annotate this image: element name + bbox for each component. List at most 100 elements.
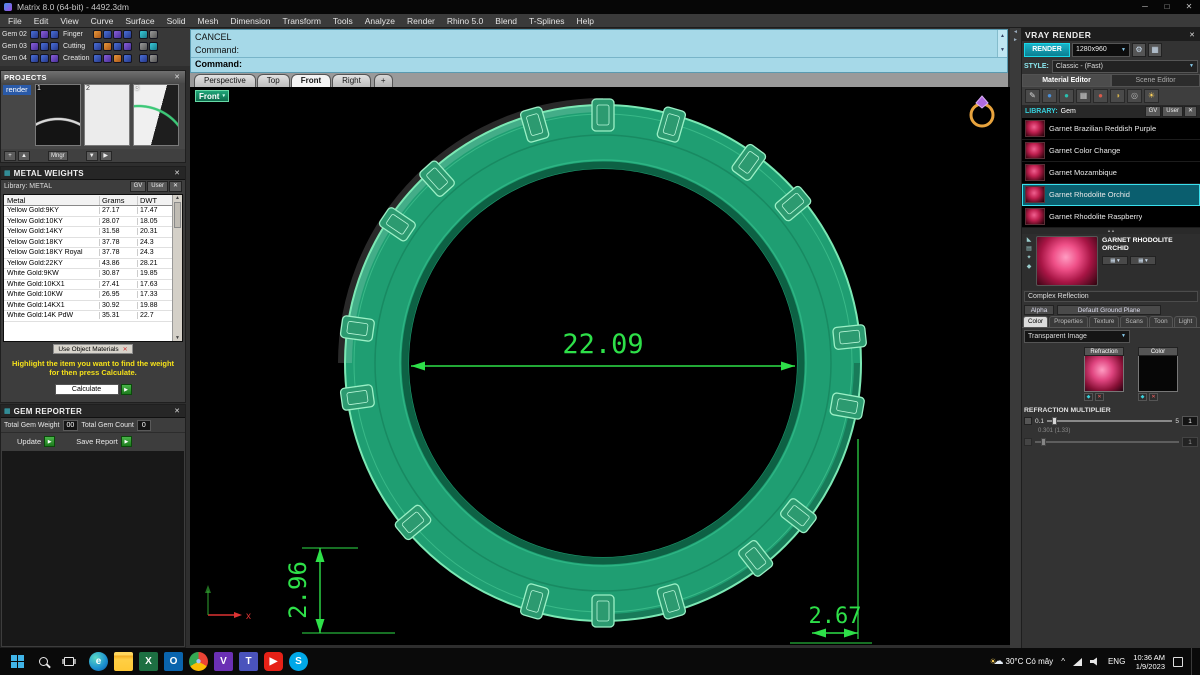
preview-tool-icon[interactable]: ✦ (1024, 254, 1034, 261)
table-row[interactable]: Yellow Gold:14KY 31.58 20.31 (4, 227, 182, 238)
clock[interactable]: 10:36 AM 1/9/2023 (1133, 653, 1165, 671)
swatch-add-icon[interactable]: ◆ (1138, 393, 1147, 401)
skype-icon[interactable]: S (289, 652, 308, 671)
menu-item[interactable]: File (2, 14, 28, 28)
finger-tool-icon[interactable] (123, 29, 132, 39)
menu-item[interactable]: View (54, 14, 84, 28)
front-viewport[interactable]: 22.09 2.96 2.67 x Front ▾ (190, 87, 1010, 645)
menu-item[interactable]: Edit (28, 14, 55, 28)
weather-widget[interactable]: ☀ ☁ 30°C Có mây (989, 656, 1053, 667)
close-icon[interactable]: ✕ (172, 73, 182, 81)
ground-plane-button[interactable]: Default Ground Plane (1057, 304, 1161, 315)
material-list-item[interactable]: Garnet Rhodolite Raspberry (1022, 206, 1200, 228)
menu-item[interactable]: Curve (85, 14, 120, 28)
collapse-left-icon[interactable]: ◄ (1013, 29, 1018, 35)
show-desktop-button[interactable] (1191, 648, 1195, 675)
outlook-icon[interactable]: O (164, 652, 183, 671)
project-thumbnail[interactable]: 2 (84, 84, 130, 146)
start-button[interactable] (4, 648, 30, 675)
volume-icon[interactable] (1089, 657, 1097, 666)
finger-tool-icon[interactable] (113, 29, 122, 39)
material-list-item[interactable]: Garnet Color Change (1022, 140, 1200, 162)
creation-tool-icon[interactable] (103, 53, 112, 63)
table-row[interactable]: White Gold:10KX1 27.41 17.63 (4, 280, 182, 290)
close-icon[interactable]: ✕ (172, 407, 182, 415)
menu-item[interactable]: Solid (161, 14, 192, 28)
use-object-materials-button[interactable]: Use Object Materials ✕ (53, 344, 133, 354)
sphere-red-icon[interactable]: ● (1093, 89, 1108, 103)
notification-center-icon[interactable] (1173, 656, 1183, 667)
command-history[interactable]: CANCEL Command: ▲ ▼ (191, 30, 1007, 58)
library-button[interactable]: GV (129, 181, 147, 192)
library-button[interactable]: User (147, 181, 168, 192)
close-button[interactable]: ✕ (1178, 0, 1200, 14)
close-icon[interactable]: ✕ (172, 169, 182, 177)
secondary-slider[interactable] (1035, 438, 1179, 446)
project-item-render[interactable]: render (3, 85, 31, 95)
gem-tool-icon[interactable] (50, 29, 59, 39)
network-icon[interactable] (1072, 657, 1082, 666)
menu-item[interactable]: Blend (489, 14, 523, 28)
resolution-dropdown[interactable]: 1280x960 ▼ (1072, 43, 1130, 57)
language-indicator[interactable]: ENG (1108, 657, 1125, 666)
update-button[interactable]: ▶ (44, 435, 56, 447)
menu-item[interactable]: Rhino 5.0 (441, 14, 489, 28)
property-tab[interactable]: Scans (1120, 316, 1148, 327)
reflection-mode-box[interactable]: Complex Reflection (1024, 291, 1198, 302)
render-settings-icon[interactable]: ⚙ (1132, 43, 1146, 57)
view-tab[interactable]: Top (256, 74, 290, 87)
slider-icon[interactable] (1024, 417, 1032, 425)
menu-item[interactable]: Analyze (359, 14, 401, 28)
cutting-tool-icon[interactable] (93, 41, 102, 51)
refraction-multiplier-value[interactable]: 1 (1182, 416, 1198, 426)
maximize-button[interactable]: □ (1156, 0, 1178, 14)
material-preview-image[interactable] (1036, 236, 1098, 286)
gem-tool-icon[interactable] (40, 29, 49, 39)
teams-icon[interactable]: T (239, 652, 258, 671)
library-button[interactable]: User (1162, 106, 1183, 117)
project-thumbnail[interactable]: 3 (133, 84, 179, 146)
command-scrollbar[interactable]: ▲ ▼ (997, 30, 1007, 57)
render-button[interactable]: RENDER (1024, 43, 1070, 57)
creation-tool-icon[interactable] (93, 53, 102, 63)
preview-tool-icon[interactable]: ◆ (1024, 263, 1034, 270)
material-list-item[interactable]: Garnet Rhodolite Orchid (1022, 184, 1200, 206)
viewport-canvas[interactable]: 22.09 2.96 2.67 x (190, 87, 1010, 645)
tab-material-editor[interactable]: Material Editor (1022, 74, 1111, 87)
projects-footer-button[interactable]: Mngr (48, 150, 68, 161)
creation-tool-icon[interactable] (113, 53, 122, 63)
command-prompt[interactable]: Command: (191, 58, 1007, 71)
project-thumbnail[interactable]: 1 (35, 84, 81, 146)
panel-collapse-strip[interactable]: ◄ ► (1010, 28, 1022, 648)
view-tab[interactable]: Right (332, 74, 371, 87)
table-row[interactable]: Yellow Gold:18KY Royal 37.78 24.3 (4, 248, 182, 259)
secondary-slider-value[interactable]: 1 (1182, 437, 1198, 447)
chrome-icon[interactable]: ● (189, 652, 208, 671)
property-tab[interactable]: Texture (1088, 316, 1120, 327)
menu-item[interactable]: Mesh (192, 14, 225, 28)
save-report-button[interactable]: ▶ (120, 435, 132, 447)
cutting-tool-icon[interactable] (123, 41, 132, 51)
search-button[interactable] (30, 648, 56, 675)
menu-item[interactable]: Render (401, 14, 441, 28)
preview-option-box[interactable]: ▦ ▾ (1102, 256, 1128, 265)
paint-icon[interactable]: ◑ (1110, 89, 1125, 103)
file-explorer-icon[interactable] (114, 652, 133, 671)
collapse-right-icon[interactable]: ► (1013, 37, 1018, 43)
slider-thumb[interactable] (1040, 438, 1046, 446)
side-tool-icon[interactable] (139, 41, 148, 51)
excel-icon[interactable]: X (139, 652, 158, 671)
menu-item[interactable]: T-Splines (523, 14, 570, 28)
swatch-add-icon[interactable]: ◆ (1084, 393, 1093, 401)
style-dropdown[interactable]: Classic - (Fast) ▼ (1051, 60, 1198, 73)
menu-item[interactable]: Help (570, 14, 599, 28)
color-swatch-color[interactable] (1138, 356, 1178, 392)
gem-tool-icon[interactable] (30, 29, 39, 39)
side-tool-icon[interactable] (139, 29, 148, 39)
menu-item[interactable]: Surface (119, 14, 160, 28)
calculate-button[interactable]: Calculate (54, 384, 119, 395)
table-row[interactable]: Yellow Gold:9KY 27.17 17.47 (4, 206, 182, 217)
preview-tool-icon[interactable]: ▤ (1024, 245, 1034, 252)
close-icon[interactable]: ✕ (1187, 31, 1197, 39)
table-row[interactable]: White Gold:10KW 26.95 17.33 (4, 290, 182, 301)
